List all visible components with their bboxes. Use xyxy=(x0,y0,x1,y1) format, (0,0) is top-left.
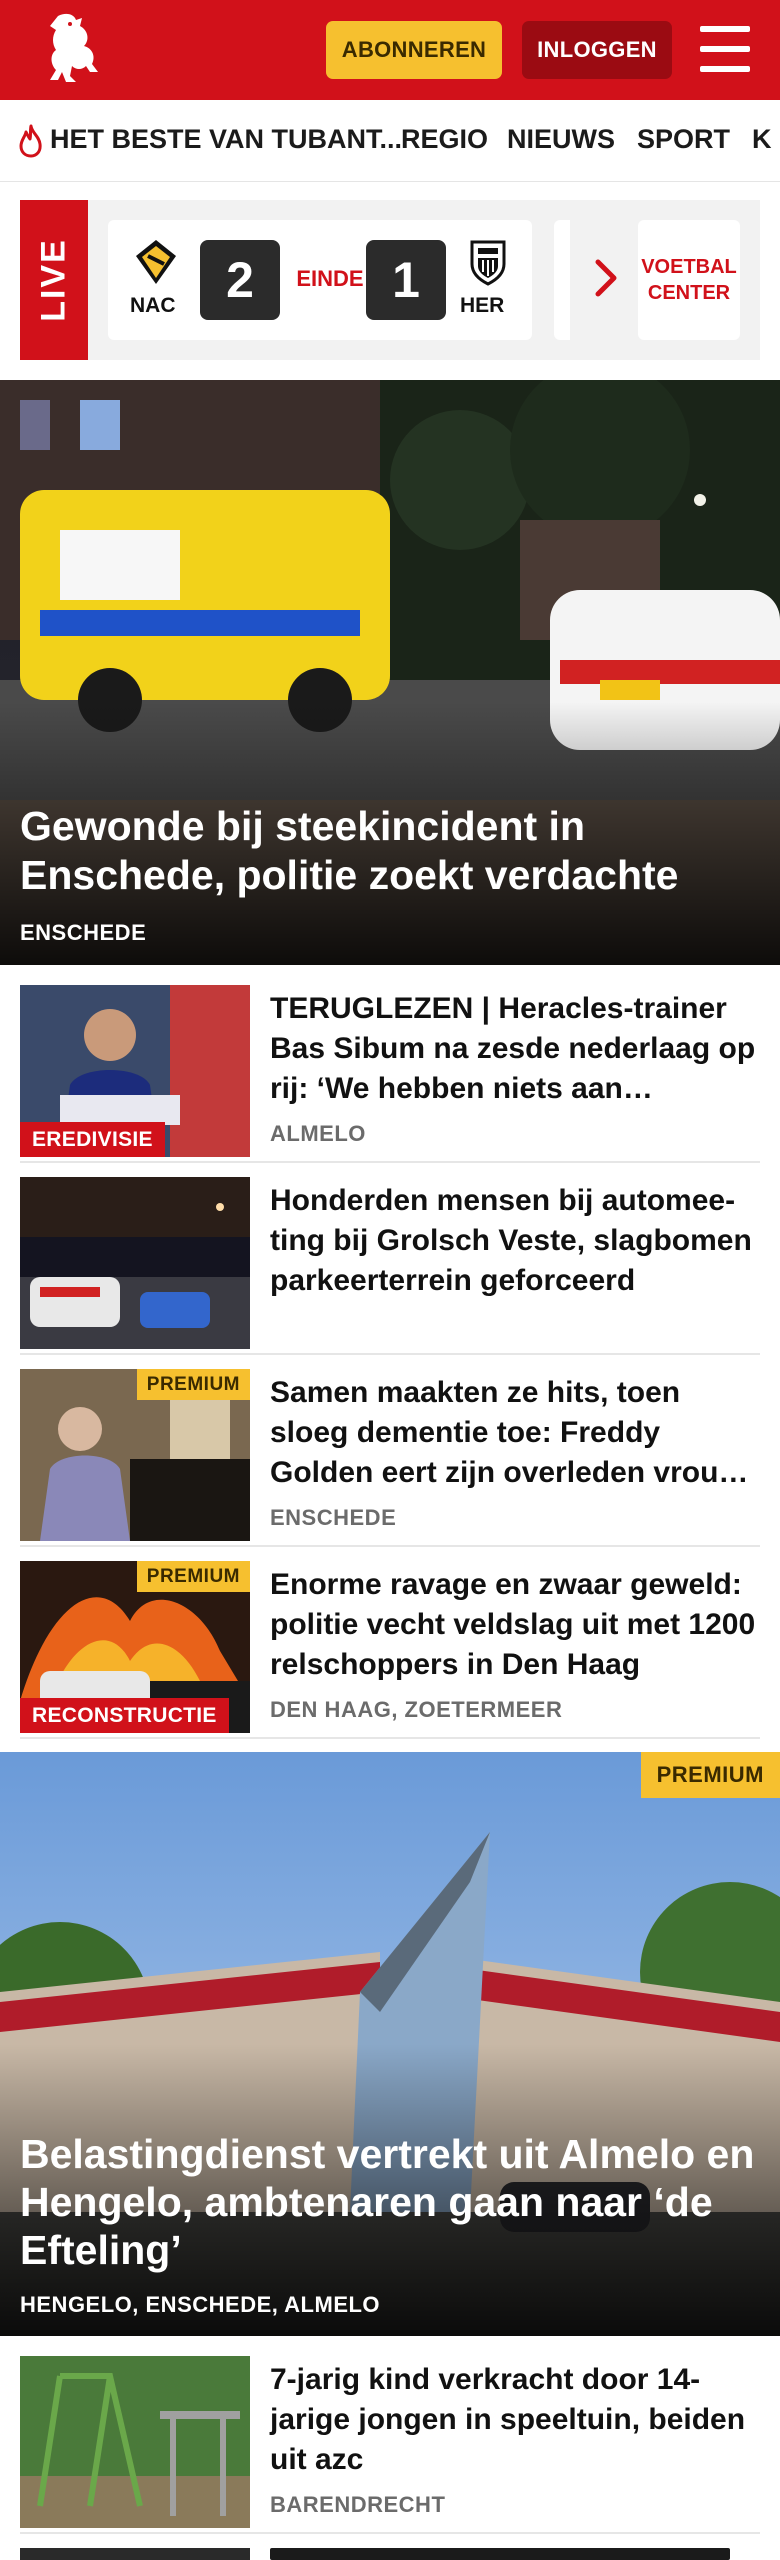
section-nav: HET BESTE VAN TUBANT... REGIO NIEUWS SPO… xyxy=(0,100,780,182)
article-location: ALMELO xyxy=(270,1121,366,1146)
flame-icon xyxy=(19,124,42,158)
article-title[interactable]: 7-jarig kind verkracht door 14-jarige jo… xyxy=(270,2360,760,2480)
article-title[interactable]: TERUGLEZEN | Heracles-trainer Bas Sibum … xyxy=(270,989,760,1109)
voetbal-center-button[interactable]: VOETBAL CENTER xyxy=(638,220,740,340)
article-thumbnail: EREDIVISIE xyxy=(20,985,250,1157)
article-location: DEN HAAG, ZOETERMEER xyxy=(270,1697,563,1722)
article-title[interactable]: Honderden mensen bij automee-ting bij Gr… xyxy=(270,1181,760,1301)
featured-location: HENGELO, ENSCHEDE, ALMELO xyxy=(20,2292,381,2317)
premium-badge: PREMIUM xyxy=(136,1369,250,1400)
article-thumbnail xyxy=(20,1177,250,1349)
article-title[interactable]: Samen maakten ze hits, toen sloeg dement… xyxy=(270,1373,760,1493)
article-title[interactable]: Enorme ravage en zwaar geweld: politie v… xyxy=(270,1565,760,1685)
away-score: 1 xyxy=(366,240,446,320)
nav-item-best-of[interactable]: HET BESTE VAN TUBANT... xyxy=(50,124,402,155)
match-status: EINDE xyxy=(296,266,364,291)
top-header: ABONNEREN INLOGGEN xyxy=(0,0,780,100)
article-row[interactable]: EREDIVISIE TERUGLEZEN | Heracles-trainer… xyxy=(20,985,760,1163)
nac-club-logo xyxy=(136,240,176,284)
nav-item-sport[interactable]: SPORT xyxy=(637,124,730,155)
article-thumbnail xyxy=(20,2356,250,2528)
nav-item-nieuws[interactable]: NIEUWS xyxy=(507,124,615,155)
featured-title[interactable]: Belastingdienst vertrekt uit Almelo en H… xyxy=(20,2130,760,2274)
nav-item-more[interactable]: K xyxy=(752,124,772,155)
premium-badge: PREMIUM xyxy=(640,1752,780,1798)
subscribe-button[interactable]: ABONNEREN xyxy=(326,21,502,79)
article-row[interactable]: PREMIUM Samen maakten ze hits, toen sloe… xyxy=(20,1369,760,1547)
hamburger-menu-icon[interactable] xyxy=(700,26,750,72)
home-score: 2 xyxy=(200,240,280,320)
article-location: BARENDRECHT xyxy=(270,2492,446,2517)
category-label: RECONSTRUCTIE xyxy=(20,1698,229,1733)
tubantia-horse-logo[interactable] xyxy=(36,10,108,90)
article-row[interactable]: 7-jarig kind verkracht door 14-jarige jo… xyxy=(20,2356,760,2534)
live-tag: LIVE xyxy=(20,200,88,360)
chevron-right-icon[interactable] xyxy=(594,258,620,298)
heracles-club-logo xyxy=(470,240,506,286)
article-row[interactable]: PREMIUM RECONSTRUCTIE Enorme ravage en z… xyxy=(20,1561,760,1739)
article-location: ENSCHEDE xyxy=(270,1505,397,1530)
hero-title[interactable]: Gewonde bij steekincident in Enschede, p… xyxy=(20,802,760,900)
live-scores-bar: LIVE NAC 2 EINDE 1 HER VOETBAL CENTER xyxy=(20,200,760,360)
article-row[interactable]: Honderden mensen bij automee-ting bij Gr… xyxy=(20,1177,760,1355)
premium-badge: PREMIUM xyxy=(136,1561,250,1592)
article-row-partial[interactable] xyxy=(20,2548,760,2560)
nav-item-regio[interactable]: REGIO xyxy=(401,124,488,155)
category-label: EREDIVISIE xyxy=(20,1122,165,1157)
featured-article[interactable]: PREMIUM Belastingdienst vertrekt uit Alm… xyxy=(0,1752,780,2336)
article-thumbnail: PREMIUM RECONSTRUCTIE xyxy=(20,1561,250,1733)
login-button[interactable]: INLOGGEN xyxy=(522,21,672,79)
hero-location: ENSCHEDE xyxy=(20,920,147,945)
next-match-card[interactable] xyxy=(554,220,570,340)
hero-article[interactable]: Gewonde bij steekincident in Enschede, p… xyxy=(0,380,780,965)
match-card[interactable]: NAC 2 EINDE 1 HER xyxy=(108,220,532,340)
home-team-name: NAC xyxy=(130,294,176,317)
article-thumbnail: PREMIUM xyxy=(20,1369,250,1541)
away-team-name: HER xyxy=(460,294,505,317)
